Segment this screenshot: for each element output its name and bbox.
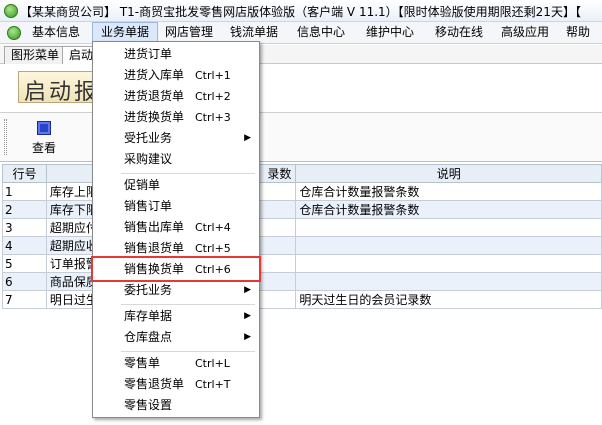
window-title: 【某某商贸公司】 T1-商贸宝批发零售网店版体验版（客户端 V 11.1）【限时… bbox=[20, 5, 581, 19]
menu-item-shortcut: Ctrl+T bbox=[195, 378, 231, 391]
menu-item-retail-settings[interactable]: 零售设置 bbox=[93, 395, 259, 416]
business-docs-dropdown: 进货订单 进货入库单 Ctrl+1 进货退货单 Ctrl+2 进货换货单 Ctrl+3… bbox=[92, 41, 260, 418]
title-bar: 【某某商贸公司】 T1-商贸宝批发零售网店版体验版（客户端 V 11.1）【限时… bbox=[0, 0, 602, 22]
menu-item-label: 销售出库单 bbox=[124, 220, 185, 234]
menu-item-purchase-suggest[interactable]: 采购建议 bbox=[93, 149, 259, 170]
menu-help[interactable]: 帮助 bbox=[558, 22, 598, 43]
row-desc: 明天过生日的会员记录数 bbox=[295, 290, 602, 309]
menu-item-shortcut: Ctrl+3 bbox=[195, 111, 231, 124]
submenu-arrow-icon: ▶ bbox=[244, 285, 251, 295]
menu-online-store[interactable]: 网店管理 bbox=[157, 22, 221, 43]
row-desc bbox=[295, 254, 602, 273]
menu-item-label: 进货退货单 bbox=[124, 89, 185, 103]
menu-maintenance[interactable]: 维护中心 bbox=[358, 22, 422, 43]
row-desc bbox=[295, 236, 602, 255]
row-desc bbox=[295, 272, 602, 291]
tab-graphic-menu[interactable]: 图形菜单 bbox=[4, 46, 67, 64]
row-desc: 仓库合计数量报警条数 bbox=[295, 182, 602, 201]
row-desc: 仓库合计数量报警条数 bbox=[295, 200, 602, 219]
toolbar: 查看 bbox=[0, 112, 602, 162]
menu-item-label: 进货订单 bbox=[124, 47, 173, 61]
menu-cash-docs[interactable]: 钱流单据 bbox=[222, 22, 286, 43]
menu-item-sales-out[interactable]: 销售出库单 Ctrl+4 bbox=[93, 217, 259, 238]
menu-item-shortcut: Ctrl+1 bbox=[195, 69, 231, 82]
menu-info-center[interactable]: 信息中心 bbox=[289, 22, 353, 43]
row-num: 6 bbox=[2, 272, 47, 291]
menu-item-label: 零售设置 bbox=[124, 398, 173, 412]
menu-separator bbox=[121, 304, 255, 305]
menu-item-label: 仓库盘点 bbox=[124, 330, 173, 344]
col-header-row-num[interactable]: 行号 bbox=[2, 164, 47, 183]
menu-item-shortcut: Ctrl+L bbox=[195, 357, 230, 370]
menu-item-label: 委托业务 bbox=[124, 283, 173, 297]
view-icon bbox=[37, 121, 51, 135]
menu-item-retail[interactable]: 零售单 Ctrl+L bbox=[93, 353, 259, 374]
menu-business-docs[interactable]: 业务单据 bbox=[92, 22, 159, 43]
row-num: 3 bbox=[2, 218, 47, 237]
menu-separator bbox=[121, 173, 255, 174]
row-num: 4 bbox=[2, 236, 47, 255]
submenu-arrow-icon: ▶ bbox=[244, 311, 251, 321]
menu-item-label: 零售单 bbox=[124, 356, 161, 370]
menu-item-purchase-return[interactable]: 进货退货单 Ctrl+2 bbox=[93, 86, 259, 107]
menu-item-retail-return[interactable]: 零售退货单 Ctrl+T bbox=[93, 374, 259, 395]
menu-item-shortcut: Ctrl+4 bbox=[195, 221, 231, 234]
menu-item-label: 进货入库单 bbox=[124, 68, 185, 82]
tab-bar: 图形菜单 启动 bbox=[0, 45, 602, 64]
row-num: 5 bbox=[2, 254, 47, 273]
toolbar-grip[interactable] bbox=[4, 119, 7, 155]
row-num: 2 bbox=[2, 200, 47, 219]
menu-item-purchase-order[interactable]: 进货订单 bbox=[93, 44, 259, 65]
row-num: 1 bbox=[2, 182, 47, 201]
menu-item-promotion[interactable]: 促销单 bbox=[93, 175, 259, 196]
menu-item-sales-order[interactable]: 销售订单 bbox=[93, 196, 259, 217]
menu-item-purchase-exchange[interactable]: 进货换货单 Ctrl+3 bbox=[93, 107, 259, 128]
menu-separator bbox=[121, 351, 255, 352]
menu-item-label: 销售订单 bbox=[124, 199, 173, 213]
view-button-label: 查看 bbox=[31, 141, 56, 155]
menu-item-label: 促销单 bbox=[124, 178, 161, 192]
app-menu-icon[interactable] bbox=[7, 26, 21, 40]
app-icon bbox=[4, 4, 18, 18]
submenu-arrow-icon: ▶ bbox=[244, 133, 251, 143]
col-header-desc[interactable]: 说明 bbox=[295, 164, 602, 183]
menu-item-consignment-out[interactable]: 委托业务 ▶ bbox=[93, 280, 259, 301]
submenu-arrow-icon: ▶ bbox=[244, 332, 251, 342]
menu-mobile[interactable]: 移动在线 bbox=[427, 22, 491, 43]
menu-advanced[interactable]: 高级应用 bbox=[493, 22, 557, 43]
row-desc bbox=[295, 218, 602, 237]
menu-item-purchase-in[interactable]: 进货入库单 Ctrl+1 bbox=[93, 65, 259, 86]
menu-item-stock-docs[interactable]: 库存单据 ▶ bbox=[93, 306, 259, 327]
menu-item-label: 进货换货单 bbox=[124, 110, 185, 124]
menu-item-consignment-in[interactable]: 受托业务 ▶ bbox=[93, 128, 259, 149]
menu-item-stocktake[interactable]: 仓库盘点 ▶ bbox=[93, 327, 259, 348]
row-num: 7 bbox=[2, 290, 47, 309]
highlight-box bbox=[91, 256, 261, 282]
menu-basic-info[interactable]: 基本信息 bbox=[24, 22, 88, 43]
menu-item-label: 库存单据 bbox=[124, 309, 173, 323]
menu-item-label: 受托业务 bbox=[124, 131, 173, 145]
menu-item-label: 零售退货单 bbox=[124, 377, 185, 391]
view-button[interactable]: 查看 bbox=[22, 119, 66, 157]
menu-item-label: 采购建议 bbox=[124, 152, 173, 166]
menu-item-shortcut: Ctrl+2 bbox=[195, 90, 231, 103]
menu-bar: 基本信息 业务单据 网店管理 钱流单据 信息中心 维护中心 移动在线 高级应用 … bbox=[0, 22, 602, 44]
banner-text: 启动报 bbox=[24, 80, 100, 105]
